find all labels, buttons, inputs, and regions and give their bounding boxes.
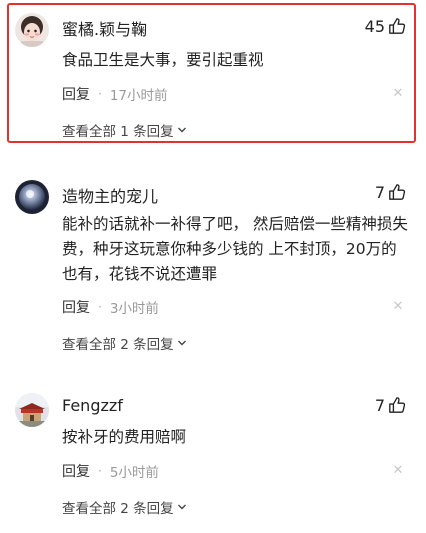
reply-button[interactable]: 回复 xyxy=(62,461,90,481)
avatar-planet-icon xyxy=(15,180,49,214)
view-all-label: 查看全部 2 条回复 xyxy=(62,501,174,517)
chevron-down-icon xyxy=(177,504,186,510)
avatar[interactable] xyxy=(15,393,49,427)
timestamp: 3小时前 xyxy=(109,301,159,317)
avatar[interactable] xyxy=(15,180,49,214)
like-count: 7 xyxy=(374,395,385,415)
chevron-down-icon xyxy=(177,127,186,133)
thumbs-up-icon xyxy=(389,397,406,413)
timestamp: 17小时前 xyxy=(109,88,168,104)
reply-button[interactable]: 回复 xyxy=(62,84,90,104)
view-all-label: 查看全部 1 条回复 xyxy=(62,124,174,140)
avatar[interactable] xyxy=(15,13,49,47)
thumbs-up-icon xyxy=(389,184,406,200)
comment-text: 食品卫生是大事，要引起重视 xyxy=(62,51,264,69)
reply-button[interactable]: 回复 xyxy=(62,297,90,317)
close-icon[interactable]: ✕ xyxy=(392,300,404,313)
avatar-girl-icon xyxy=(15,13,49,47)
view-all-replies-link[interactable]: 查看全部 2 条回复 xyxy=(62,333,187,353)
comment-meta: 回复 · 5小时前 xyxy=(62,461,159,481)
comment-text: 按补牙的费用赔啊 xyxy=(62,428,187,446)
view-all-replies-link[interactable]: 查看全部 2 条回复 xyxy=(62,497,187,517)
comment-meta: 回复 · 17小时前 xyxy=(62,84,168,104)
username[interactable]: 造物主的宠儿 xyxy=(62,183,158,207)
comment-meta: 回复 · 3小时前 xyxy=(62,297,159,317)
comment-text: 能补的话就补一补得了吧， 然后赔偿一些精神损失费，种牙这玩意你种多少钱的 上不封… xyxy=(62,215,408,283)
separator-dot: · xyxy=(98,300,102,314)
like-button[interactable]: 45 xyxy=(365,15,406,37)
like-count: 45 xyxy=(364,16,385,36)
view-all-replies-link[interactable]: 查看全部 1 条回复 xyxy=(62,120,187,140)
username[interactable]: Fengzzf xyxy=(62,396,123,415)
chevron-down-icon xyxy=(177,340,186,346)
close-icon[interactable]: ✕ xyxy=(392,87,404,100)
avatar-building-icon xyxy=(15,393,49,427)
like-count: 7 xyxy=(374,182,385,202)
username[interactable]: 蜜橘.颖与鞠 xyxy=(62,16,147,40)
separator-dot: · xyxy=(98,464,102,478)
like-button[interactable]: 7 xyxy=(375,181,406,203)
view-all-label: 查看全部 2 条回复 xyxy=(62,337,174,353)
timestamp: 5小时前 xyxy=(109,465,159,481)
close-icon[interactable]: ✕ xyxy=(392,464,404,477)
like-button[interactable]: 7 xyxy=(375,394,406,416)
thumbs-up-icon xyxy=(389,18,406,34)
separator-dot: · xyxy=(98,87,102,101)
